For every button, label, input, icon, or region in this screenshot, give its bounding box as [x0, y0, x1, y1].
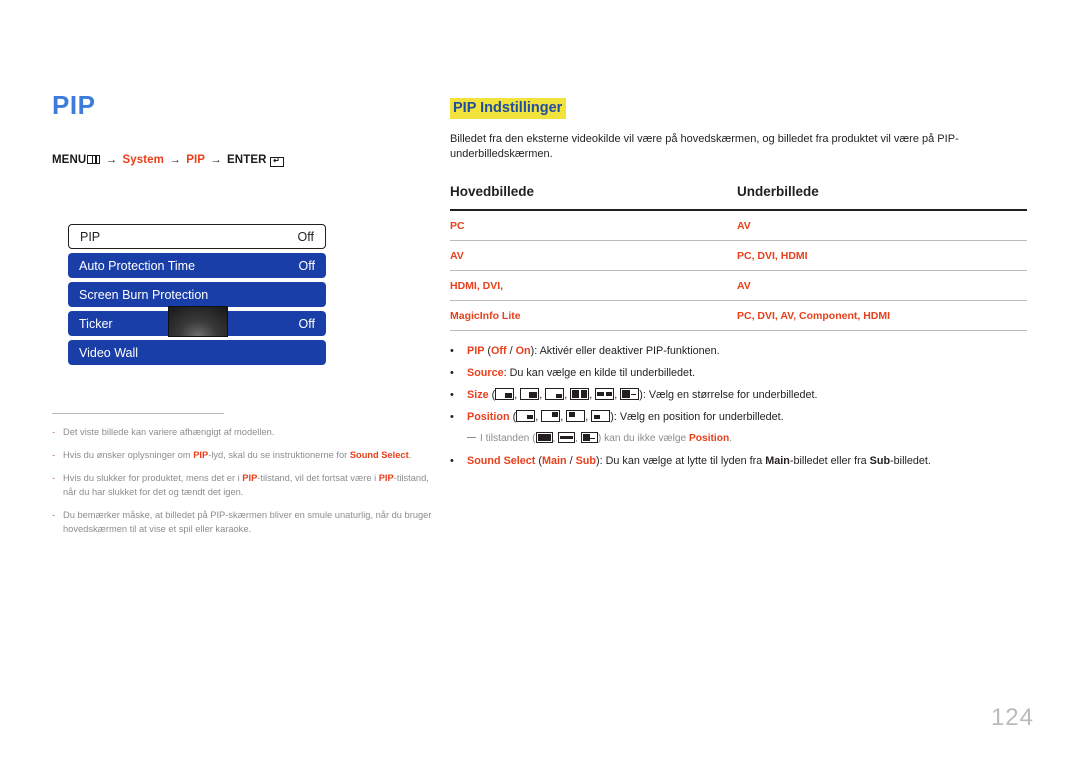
left-column: PIP MENU → System → PIP → ENTER ↵: [52, 92, 432, 167]
bullet-marker: •: [450, 410, 454, 423]
path-step-pip: PIP: [186, 154, 205, 166]
bullet-marker: •: [450, 366, 454, 379]
bullet-pip: • PIP (Off / On): Aktivér eller deaktive…: [450, 343, 1027, 359]
size-small-br-icon: [495, 387, 515, 400]
feature-bullet-list: • PIP (Off / On): Aktivér eller deaktive…: [450, 343, 1027, 469]
enter-key-icon: ↵: [269, 157, 284, 167]
table-cell-sub: AV: [737, 209, 1027, 241]
size-split-wide-icon: [580, 431, 598, 443]
path-arrow-3: →: [210, 154, 222, 166]
section-intro-text: Billedet fra den eksterne videokilde vil…: [450, 132, 959, 160]
size-split-half-inset-icon: [558, 431, 576, 443]
footnote-marker: -: [52, 510, 56, 520]
size-tiny-br-icon: [545, 387, 565, 400]
table-cell-main: HDMI, DVI,: [450, 270, 737, 301]
bullet-text: Sound Select (Main / Sub): Du kan vælge …: [467, 454, 931, 467]
table-row: MagicInfo Lite PC, DVI, AV, Component, H…: [450, 300, 1027, 331]
size-split-half-icon: [570, 387, 590, 400]
osd-row-screen-burn-protection-label: Screen Burn Protection: [79, 287, 209, 302]
table-row: HDMI, DVI, AV: [450, 270, 1027, 301]
table-cell-sub: PC, DVI, AV, Component, HDMI: [737, 300, 1027, 331]
right-column: PIP Indstillinger Billedet fra den ekste…: [450, 98, 1030, 475]
page-title: PIP: [52, 90, 96, 120]
footnote-item: - Hvis du slukker for produktet, mens de…: [52, 471, 432, 499]
osd-row-video-wall-label: Video Wall: [79, 345, 139, 360]
table-row: PC AV: [450, 209, 1027, 241]
footnote-text: Du bemærker måske, at billedet på PIP-sk…: [63, 510, 432, 534]
footnote-text: Det viste billede kan variere afhængigt …: [63, 427, 275, 437]
osd-row-video-wall[interactable]: Video Wall: [68, 340, 326, 365]
position-top-right-icon: [541, 409, 561, 422]
bullet-text: PIP (Off / On): Aktivér eller deaktiver …: [467, 344, 720, 357]
footnote-text: Hvis du ønsker oplysninger om PIP-lyd, s…: [63, 450, 412, 460]
table-row: AV PC, DVI, HDMI: [450, 240, 1027, 271]
table-cell-main: MagicInfo Lite: [450, 300, 737, 331]
bullet-text: Size (, , , , , ): Vælg en størrelse for…: [467, 387, 818, 401]
footnotes-list: - Det viste billede kan variere afhængig…: [52, 413, 432, 545]
osd-menu-mock: PIP Off Auto Protection Time Off Screen …: [68, 224, 326, 369]
osd-row-ticker[interactable]: Ticker Off: [68, 306, 326, 337]
footnote-item: - Det viste billede kan variere afhængig…: [52, 425, 432, 439]
page-number: 124: [990, 704, 1034, 731]
menu-label: MENU: [52, 154, 87, 166]
footnotes-divider: [52, 413, 224, 414]
footnote-item: - Hvis du ønsker oplysninger om PIP-lyd,…: [52, 448, 432, 462]
bullet-sound-select: • Sound Select (Main / Sub): Du kan vælg…: [450, 453, 1027, 469]
bullet-text: Source: Du kan vælge en kilde til underb…: [467, 366, 696, 379]
osd-row-ticker-value: Off: [298, 316, 315, 331]
table-cell-main: PC: [450, 209, 737, 241]
footnote-marker: -: [52, 427, 56, 437]
position-bottom-left-icon: [591, 409, 611, 422]
source-compatibility-table: Hovedbillede Underbillede PC AV AV PC, D…: [450, 183, 1027, 331]
bullet-marker: •: [450, 388, 454, 401]
bullet-marker: •: [450, 344, 454, 357]
position-top-left-icon: [566, 409, 586, 422]
table-cell-main: AV: [450, 240, 737, 271]
footnote-marker: -: [52, 450, 56, 460]
size-medium-br-icon: [520, 387, 540, 400]
table-cell-sub: PC, DVI, HDMI: [737, 240, 1027, 271]
footnote-item: - Du bemærker måske, at billedet på PIP-…: [52, 508, 432, 536]
footnote-text: Hvis du slukker for produktet, mens det …: [63, 473, 429, 497]
path-arrow-1: →: [105, 154, 118, 166]
size-split-wide-icon: [620, 387, 640, 400]
osd-row-pip-value: Off: [297, 229, 314, 244]
menu-navigation-path: MENU → System → PIP → ENTER ↵: [52, 154, 432, 167]
table-header-row: Hovedbillede Underbillede: [450, 183, 1027, 211]
dark-screen-thumbnail: [168, 306, 228, 337]
enter-label: ENTER: [227, 154, 267, 166]
osd-row-auto-protection-time-value: Off: [298, 258, 315, 273]
path-arrow-2: →: [169, 154, 181, 166]
osd-row-auto-protection-time-label: Auto Protection Time: [79, 258, 196, 273]
subnote-dash-icon: [467, 436, 476, 438]
bullet-marker: •: [450, 454, 454, 467]
position-bottom-right-icon: [516, 409, 536, 422]
osd-row-auto-protection-time[interactable]: Auto Protection Time Off: [68, 253, 326, 278]
bullet-source: • Source: Du kan vælge en kilde til unde…: [450, 365, 1027, 381]
osd-row-pip-label: PIP: [80, 229, 101, 244]
section-heading: PIP Indstillinger: [450, 98, 567, 119]
menu-bars-icon: [87, 155, 101, 164]
path-step-system: System: [122, 154, 164, 166]
size-split-half-icon: [535, 431, 553, 443]
footnote-marker: -: [52, 473, 56, 483]
position-subnote: I tilstanden (, , ) kan du ikke vælge Po…: [467, 431, 1027, 447]
table-cell-sub: AV: [737, 270, 1027, 301]
osd-row-pip[interactable]: PIP Off: [68, 224, 326, 249]
table-header-main: Hovedbillede: [450, 183, 737, 211]
osd-row-screen-burn-protection[interactable]: Screen Burn Protection: [68, 282, 326, 307]
bullet-size: • Size (, , , , , ): Vælg en størrelse f…: [450, 387, 1027, 403]
bullet-text: Position (, , , ): Vælg en position for …: [467, 409, 784, 423]
size-split-half-inset-icon: [595, 387, 615, 400]
bullet-position: • Position (, , , ): Vælg en position fo…: [450, 409, 1027, 425]
table-header-sub: Underbillede: [737, 183, 1027, 211]
